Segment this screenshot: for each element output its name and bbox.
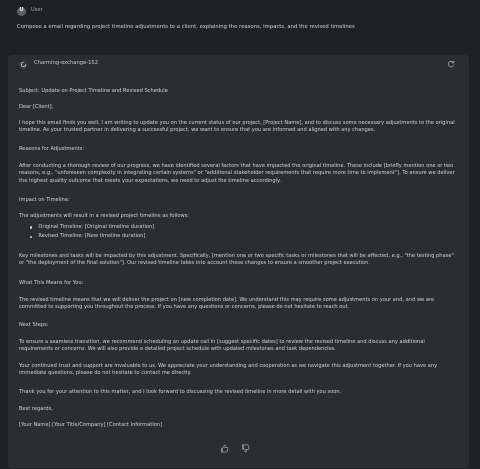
bullet <box>30 226 33 229</box>
bullet <box>30 235 33 239</box>
means-text: The revised timeline means that we will … <box>19 297 434 311</box>
timeline-item-revised: Revised Timeline: [New timeline duration… <box>38 233 146 240</box>
thumbs-down-icon[interactable] <box>241 444 250 453</box>
email-greeting: Dear [Client], <box>19 104 54 111</box>
support-text: Your continued trust and support are inv… <box>19 363 438 377</box>
next-steps-text: To ensure a seamless transition, we reco… <box>19 339 425 353</box>
bot-swirl-icon <box>19 59 28 69</box>
feedback-bar <box>220 444 250 453</box>
thanks-text: Thank you for your attention to this mat… <box>19 389 342 396</box>
signature: [Your Name] [Your Title/Company] [Contac… <box>19 422 162 429</box>
next-steps-heading: Next Steps: <box>19 322 49 329</box>
assistant-name: Charming-exchange-152 <box>34 60 99 67</box>
reasons-heading: Reasons for Adjustments: <box>19 146 85 153</box>
assistant-response-card: Charming-exchange-152 Subject: Update on… <box>8 55 469 468</box>
user-name: User <box>31 7 43 14</box>
timeline-item-original: Original Timeline: [Original timeline du… <box>38 224 155 230</box>
means-heading: What This Means for You: <box>19 280 84 287</box>
email-intro: I hope this email finds you well. I am w… <box>19 120 455 134</box>
closing: Best regards, <box>19 406 53 413</box>
impact-heading: Impact on Timeline: <box>19 197 70 204</box>
impact-text: The adjustments will result in a revised… <box>19 213 189 220</box>
reasons-text: After conducting a thorough review of ou… <box>19 163 455 184</box>
list-item: Original Timeline: [Original timeline du… <box>30 224 154 231</box>
email-subject: Subject: Update on Project Timeline and … <box>19 88 168 95</box>
milestones-text: Key milestones and tasks will be impacte… <box>19 253 454 267</box>
assistant-header: Charming-exchange-152 <box>19 55 458 73</box>
list-item: Revised Timeline: [New timeline duration… <box>30 233 154 240</box>
user-avatar: U <box>17 6 26 16</box>
thumbs-up-icon[interactable] <box>220 444 229 453</box>
timeline-list: Original Timeline: [Original timeline du… <box>30 224 154 241</box>
user-prompt: Compose a email regarding project timeli… <box>17 24 355 30</box>
user-message-header: U User <box>0 0 480 22</box>
refresh-icon[interactable] <box>447 60 455 68</box>
